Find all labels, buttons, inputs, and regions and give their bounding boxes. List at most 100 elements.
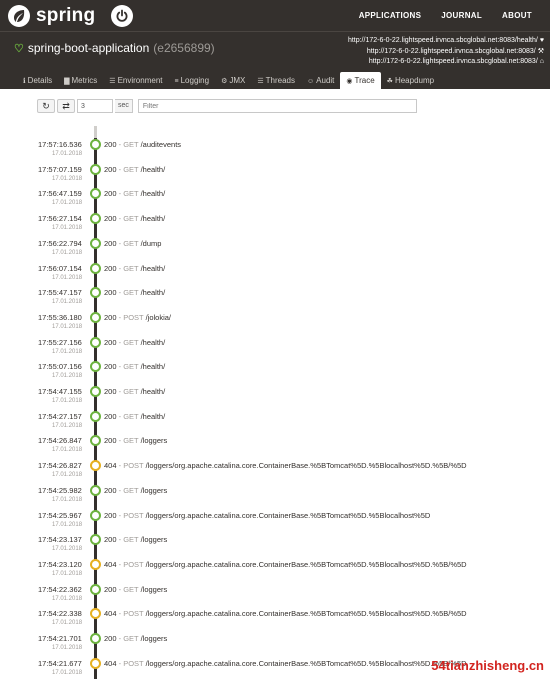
trace-status: 200 [104, 362, 117, 372]
trace-method: GET [123, 387, 139, 396]
service-url[interactable]: http://172-6-0-22.lightspeed.irvnca.sbcg… [348, 57, 544, 68]
refresh-button[interactable]: ↻ [37, 99, 55, 113]
cogs-icon: ⚙ [221, 78, 228, 85]
trace-entry[interactable]: 17:56:47.159 17.01.2018 200 - GET /health/ [0, 188, 550, 214]
trace-status: 404 [104, 658, 117, 668]
tab-trace[interactable]: ◉ Trace [340, 72, 381, 89]
tab-metrics[interactable]: ▇ Metrics [58, 72, 103, 89]
trace-date: 17.01.2018 [52, 546, 83, 553]
trace-time: 17:54:26.827 [38, 461, 82, 471]
trace-method: POST [123, 312, 144, 322]
trace-time: 17:55:36.180 [38, 312, 82, 322]
trace-entry[interactable]: 17:54:26.847 17.01.2018 200 - GET /loggers [0, 435, 550, 461]
trace-summary: 200 - GET /health/ [104, 412, 165, 421]
trace-entry[interactable]: 17:56:22.794 17.01.2018 200 - GET /dump [0, 237, 550, 264]
app-id: (e2656899) [153, 41, 215, 55]
trace-method: GET [123, 436, 139, 446]
trace-path: /loggers [140, 634, 168, 643]
trace-status: 200 [104, 535, 117, 545]
nav-about[interactable]: ABOUT [502, 11, 532, 20]
trace-entry[interactable]: 17:55:47.157 17.01.2018 200 - GET /health/ [0, 287, 550, 313]
trace-status: 200 [104, 411, 117, 421]
trace-entry[interactable]: 17:56:27.154 17.01.2018 200 - GET /health/ [0, 213, 550, 239]
trace-status-dot [90, 534, 101, 546]
trace-entry[interactable]: 17:54:21.701 17.01.2018 200 - GET /loggers [0, 633, 550, 659]
trace-entry[interactable]: 17:54:26.827 17.01.2018 404 - POST /logger… [0, 460, 550, 486]
trace-time: 17:56:07.154 [38, 263, 82, 273]
bar-chart-icon: ▇ [64, 78, 70, 85]
list-icon: ☰ [109, 78, 116, 85]
application-header: ♡ spring-boot-application (e2656899) htt… [0, 31, 550, 72]
trace-summary: 200 - GET /health/ [104, 264, 165, 273]
trace-time: 17:56:47.159 [38, 189, 82, 199]
trace-summary: 200 - POST /jolokia/ [104, 313, 171, 322]
heart-icon: ♥ [539, 37, 544, 44]
trace-entry[interactable]: 17:54:23.120 17.01.2018 404 - POST /logger… [0, 558, 550, 585]
trace-date: 17.01.2018 [52, 175, 83, 182]
trace-method: GET [123, 337, 139, 347]
trace-summary: 200 - GET /health/ [104, 189, 165, 198]
trace-entry[interactable]: 17:54:25.982 17.01.2018 200 - GET /loggers [0, 484, 550, 511]
trace-entry[interactable]: 17:54:27.157 17.01.2018 200 - GET /health/ [0, 410, 550, 437]
trace-status-dot [90, 633, 101, 644]
brand[interactable]: spring [8, 4, 134, 27]
trace-summary: 200 - GET /loggers [104, 486, 167, 495]
power-icon[interactable] [111, 4, 134, 27]
trace-time: 17:54:22.362 [38, 584, 82, 594]
trace-method: GET [123, 634, 139, 643]
trace-date: 17.01.2018 [52, 225, 83, 232]
info-icon: ℹ [23, 78, 26, 85]
trace-entry[interactable]: 17:54:47.155 17.01.2018 200 - GET /health/ [0, 386, 550, 412]
refresh-interval-input[interactable] [77, 99, 113, 113]
tab-audit[interactable]: ☺ Audit [301, 72, 340, 89]
trace-path: /health/ [140, 387, 166, 396]
trace-entry[interactable]: 17:54:23.137 17.01.2018 200 - GET /loggers [0, 534, 550, 560]
watermark: 54tianzhisheng.cn [431, 658, 544, 673]
tab-details[interactable]: ℹ Details [17, 72, 58, 89]
nav-journal[interactable]: JOURNAL [441, 11, 482, 20]
health-url[interactable]: http://172-6-0-22.lightspeed.irvnca.sbcg… [348, 36, 544, 47]
trace-status: 200 [104, 288, 117, 298]
trace-entry[interactable]: 17:54:25.967 17.01.2018 200 - POST /logger… [0, 509, 550, 536]
trace-entry[interactable]: 17:55:36.180 17.01.2018 200 - POST /joloki… [0, 311, 550, 338]
trace-path: /health/ [140, 288, 166, 298]
trace-method: GET [123, 411, 139, 421]
management-url[interactable]: http://172-6-0-22.lightspeed.irvnca.sbcg… [348, 47, 544, 58]
trace-method: POST [123, 658, 144, 668]
trace-date: 17.01.2018 [52, 200, 83, 207]
trace-path: /loggers/org.apache.catalina.core.Contai… [145, 609, 467, 619]
auto-refresh-button[interactable]: ⇄ [57, 99, 75, 113]
trace-method: POST [123, 510, 144, 520]
trace-entry[interactable]: 17:54:22.362 17.01.2018 200 - GET /loggers [0, 583, 550, 610]
trace-summary: 200 - GET /auditevents [104, 140, 181, 149]
trace-entry[interactable]: 17:56:07.154 17.01.2018 200 - GET /health/ [0, 262, 550, 289]
trace-status: 200 [104, 140, 117, 149]
filter-input[interactable] [137, 99, 417, 113]
trace-status-dot [90, 213, 101, 225]
trace-path: /health/ [140, 214, 166, 224]
trace-time: 17:54:23.120 [38, 559, 82, 569]
trace-path: /health/ [140, 362, 166, 372]
tab-jmx[interactable]: ⚙ JMX [215, 72, 251, 89]
trace-date: 17.01.2018 [52, 398, 83, 404]
trace-method: GET [123, 584, 139, 594]
top-navbar: spring APPLICATIONS JOURNAL ABOUT [0, 0, 550, 31]
trace-entry[interactable]: 17:55:27.156 17.01.2018 200 - GET /health/ [0, 336, 550, 363]
trace-entry[interactable]: 17:55:07.156 17.01.2018 200 - GET /health/ [0, 361, 550, 387]
trace-entry[interactable]: 17:57:16.536 17.01.2018 200 - GET /auditev… [0, 139, 550, 165]
tab-threads[interactable]: ☰ Threads [251, 72, 301, 89]
trace-date: 17.01.2018 [52, 595, 83, 602]
app-urls: http://172-6-0-22.lightspeed.irvnca.sbcg… [348, 36, 544, 68]
trace-path: /health/ [140, 337, 166, 347]
trace-status-dot [90, 188, 101, 200]
tab-logging[interactable]: ≡ Logging [169, 72, 216, 89]
trace-status-dot [90, 509, 101, 521]
trace-entry[interactable]: 17:57:07.159 17.01.2018 200 - GET /health/ [0, 163, 550, 190]
nav-applications[interactable]: APPLICATIONS [359, 11, 422, 20]
trace-time: 17:55:47.157 [38, 288, 82, 298]
trace-status-dot [90, 139, 101, 150]
trace-entry[interactable]: 17:54:22.338 17.01.2018 404 - POST /logger… [0, 608, 550, 634]
tab-heapdump[interactable]: ☘ Heapdump [381, 72, 440, 89]
trace-path: /loggers/org.apache.catalina.core.Contai… [145, 559, 467, 569]
tab-environment[interactable]: ☰ Environment [103, 72, 168, 89]
